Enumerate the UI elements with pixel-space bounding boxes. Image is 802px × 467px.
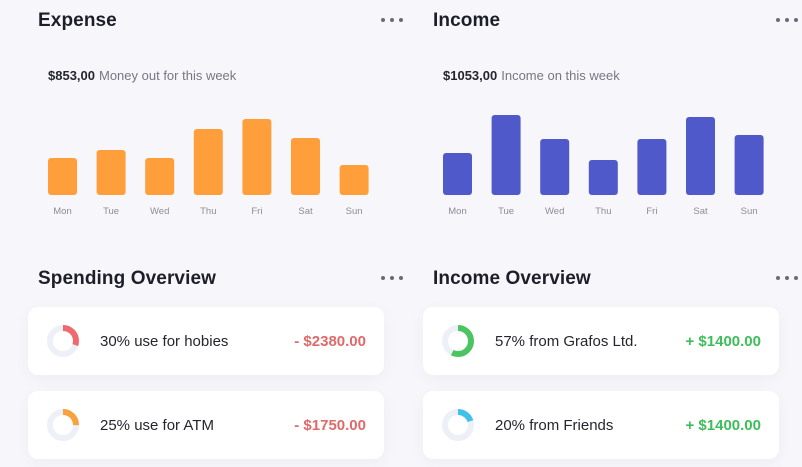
income-summary: $1053,00 Income on this week [443,68,620,83]
expense-bar-sat[interactable] [291,138,320,195]
income-tick-mon: Mon [448,206,466,217]
income-item-value: + $1400.00 [685,416,762,434]
income-column: Income $1053,00 Income on this week Mon Tu… [423,0,802,467]
spending-item-value: - $1750.00 [294,416,366,434]
income-chart: Mon Tue Wed Thu Fri Sat Sun [423,100,802,225]
income-item-grafos[interactable]: 57% from Grafos Ltd. + $1400.00 [423,307,779,375]
expense-tick-sat: Sat [298,206,313,217]
expense-bar-fri[interactable] [242,119,272,195]
income-bar-chart: Mon Tue Wed Thu Fri Sat Sun [443,115,764,217]
donut-chart-icon [47,409,79,441]
income-item-friends[interactable]: 20% from Friends + $1400.00 [423,391,779,459]
income-item-label: 57% from Grafos Ltd. [495,332,638,350]
expense-column: Expense $853,00 Money out for this week M… [28,0,408,467]
expense-chart: Mon Tue Wed Thu Fri Sat Sun [28,100,408,225]
spending-overview-title: Spending Overview [38,268,217,289]
income-item-label: 20% from Friends [495,416,614,434]
income-bar-sat[interactable] [686,117,715,195]
donut-chart-icon [442,325,474,357]
donut-chart-icon [442,409,474,441]
income-tick-thu: Thu [595,206,611,217]
income-caption: Income on this week [501,68,620,83]
income-amount: $1053,00 [443,68,498,83]
expense-tick-thu: Thu [200,206,216,217]
income-tick-wed: Wed [545,206,564,217]
spending-item-atm[interactable]: 25% use for ATM - $1750.00 [28,391,384,459]
expense-bar-chart: Mon Tue Wed Thu Fri Sat Sun [48,119,369,217]
expense-tick-wed: Wed [150,206,169,217]
spending-more-icon[interactable] [381,274,403,282]
income-overview-more-icon[interactable] [776,274,798,282]
income-bar-fri[interactable] [637,139,667,195]
expense-tick-fri: Fri [251,206,262,217]
income-bar-wed[interactable] [540,139,570,195]
expense-tick-tue: Tue [103,206,119,217]
donut-chart-icon [47,325,79,357]
expense-more-icon[interactable] [381,16,403,24]
expense-bar-thu[interactable] [193,129,223,195]
spending-item-label: 30% use for hobies [100,332,229,350]
expense-tick-sun: Sun [346,206,363,217]
income-bar-mon[interactable] [443,153,472,195]
spending-item-label: 25% use for ATM [100,416,214,434]
expense-amount: $853,00 [48,68,95,83]
income-more-icon[interactable] [776,16,798,24]
expense-summary: $853,00 Money out for this week [48,68,236,83]
expense-bar-sun[interactable] [339,165,369,195]
expense-tick-mon: Mon [53,206,71,217]
income-bar-tue[interactable] [491,115,521,195]
income-tick-sun: Sun [741,206,758,217]
spending-item-hobbies[interactable]: 30% use for hobies - $2380.00 [28,307,384,375]
expense-bar-mon[interactable] [48,158,77,195]
income-bar-sun[interactable] [734,135,764,195]
spending-item-value: - $2380.00 [294,332,366,350]
income-tick-tue: Tue [498,206,514,217]
income-tick-fri: Fri [646,206,657,217]
income-overview-title: Income Overview [433,268,591,289]
income-tick-sat: Sat [693,206,708,217]
expense-bar-wed[interactable] [145,158,175,195]
expense-bar-tue[interactable] [96,150,126,195]
income-item-value: + $1400.00 [685,332,762,350]
income-bar-thu[interactable] [588,160,618,195]
expense-title: Expense [38,10,117,31]
income-title: Income [433,10,501,31]
expense-caption: Money out for this week [99,68,237,83]
